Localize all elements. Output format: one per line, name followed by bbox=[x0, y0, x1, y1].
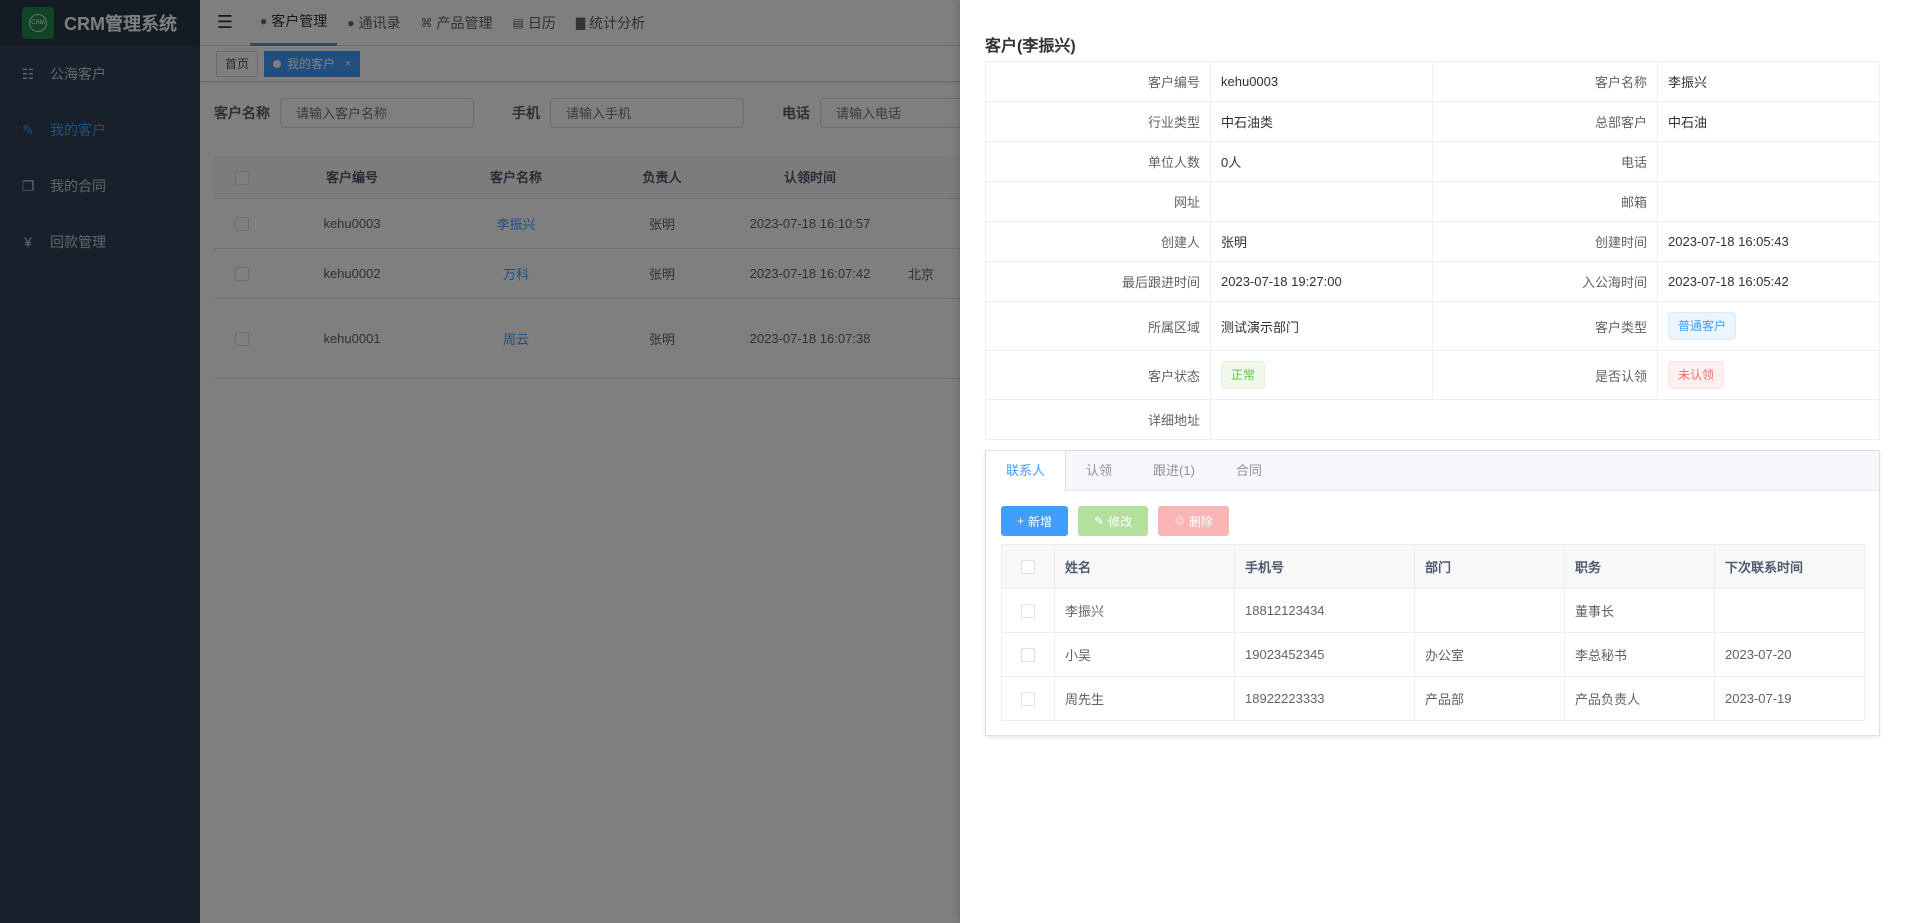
button-label: 新增 bbox=[1028, 514, 1053, 529]
table-row[interactable]: 周先生 18922223333 产品部 产品负责人 2023-07-19 bbox=[1001, 676, 1865, 721]
label-status: 客户状态 bbox=[985, 350, 1211, 400]
label-last-follow: 最后跟进时间 bbox=[985, 261, 1211, 302]
desc-row: 网址 邮箱 bbox=[985, 181, 1880, 222]
desc-row: 详细地址 bbox=[985, 399, 1880, 440]
desc-row: 创建人 张明 创建时间 2023-07-18 16:05:43 bbox=[985, 221, 1880, 262]
label-type: 客户类型 bbox=[1432, 301, 1658, 351]
cell-contact-name: 周先生 bbox=[1054, 676, 1235, 721]
value-region: 测试演示部门 bbox=[1210, 301, 1433, 351]
cell-contact-name: 李振兴 bbox=[1054, 588, 1235, 633]
table-row[interactable]: 小吴 19023452345 办公室 李总秘书 2023-07-20 bbox=[1001, 632, 1865, 677]
cell-contact-dept bbox=[1414, 588, 1565, 633]
checkbox[interactable] bbox=[1021, 560, 1035, 575]
customer-type-badge: 普通客户 bbox=[1668, 312, 1737, 340]
drawer-title: 客户(李振兴) bbox=[985, 38, 1076, 55]
value-creator: 张明 bbox=[1210, 221, 1433, 262]
label-created: 创建时间 bbox=[1432, 221, 1658, 262]
cell-contact-title: 董事长 bbox=[1564, 588, 1715, 633]
contact-toolbar: + 新增 ✎ 修改 ♲ 删除 bbox=[1001, 506, 1239, 536]
value-type-cell: 普通客户 bbox=[1657, 301, 1880, 351]
value-code: kehu0003 bbox=[1210, 61, 1433, 102]
label-creator: 创建人 bbox=[985, 221, 1211, 262]
label-claimed: 是否认领 bbox=[1432, 350, 1658, 400]
desc-row: 客户状态 正常 是否认领 未认领 bbox=[985, 350, 1880, 400]
label-code: 客户编号 bbox=[985, 61, 1211, 102]
button-label: 删除 bbox=[1188, 514, 1213, 529]
col-contact-mobile: 手机号 bbox=[1234, 544, 1415, 589]
add-contact-button[interactable]: + 新增 bbox=[1001, 506, 1069, 536]
customer-detail-drawer: 客户(李振兴) 客户编号 kehu0003 客户名称 李振兴 行业类型 中石油类… bbox=[960, 0, 1920, 923]
status-badge: 正常 bbox=[1221, 361, 1266, 389]
col-contact-dept: 部门 bbox=[1414, 544, 1565, 589]
tab-contracts[interactable]: 合同 bbox=[1216, 451, 1283, 491]
tab-header: 联系人 认领 跟进(1) 合同 bbox=[986, 451, 1879, 492]
label-region: 所属区域 bbox=[985, 301, 1211, 351]
trash-icon: ♲ bbox=[1174, 514, 1185, 528]
desc-row: 行业类型 中石油类 总部客户 中石油 bbox=[985, 101, 1880, 142]
desc-row: 单位人数 0人 电话 bbox=[985, 141, 1880, 182]
tab-claim[interactable]: 认领 bbox=[1066, 451, 1133, 491]
label-staff: 单位人数 bbox=[985, 141, 1211, 182]
tab-contacts[interactable]: 联系人 bbox=[986, 451, 1067, 492]
cell-contact-mobile: 18812123434 bbox=[1234, 588, 1415, 633]
plus-icon: + bbox=[1017, 514, 1025, 528]
value-address bbox=[1210, 399, 1880, 440]
cell-contact-dept: 产品部 bbox=[1414, 676, 1565, 721]
value-claimed-cell: 未认领 bbox=[1657, 350, 1880, 400]
desc-row: 客户编号 kehu0003 客户名称 李振兴 bbox=[985, 61, 1880, 102]
col-contact-next: 下次联系时间 bbox=[1714, 544, 1865, 589]
cell-contact-next: 2023-07-20 bbox=[1714, 632, 1865, 677]
label-hq: 总部客户 bbox=[1432, 101, 1658, 142]
cell-contact-mobile: 19023452345 bbox=[1234, 632, 1415, 677]
value-hq: 中石油 bbox=[1657, 101, 1880, 142]
customer-descriptions: 客户编号 kehu0003 客户名称 李振兴 行业类型 中石油类 总部客户 中石… bbox=[985, 61, 1880, 440]
label-name: 客户名称 bbox=[1432, 61, 1658, 102]
table-row[interactable]: 李振兴 18812123434 董事长 bbox=[1001, 588, 1865, 633]
delete-contact-button[interactable]: ♲ 删除 bbox=[1158, 506, 1229, 536]
value-staff: 0人 bbox=[1210, 141, 1433, 182]
value-email bbox=[1657, 181, 1880, 222]
label-industry: 行业类型 bbox=[985, 101, 1211, 142]
tab-follow-up[interactable]: 跟进(1) bbox=[1133, 451, 1216, 491]
cell-contact-mobile: 18922223333 bbox=[1234, 676, 1415, 721]
cell-contact-next bbox=[1714, 588, 1865, 633]
table-header-row: 姓名 手机号 部门 职务 下次联系时间 bbox=[1001, 544, 1865, 589]
label-phone: 电话 bbox=[1432, 141, 1658, 182]
button-label: 修改 bbox=[1108, 514, 1133, 529]
value-name: 李振兴 bbox=[1657, 61, 1880, 102]
detail-tabs: 联系人 认领 跟进(1) 合同 + 新增 ✎ 修改 ♲ 删除 姓名 手机号 部门… bbox=[985, 450, 1880, 736]
value-created: 2023-07-18 16:05:43 bbox=[1657, 221, 1880, 262]
label-address: 详细地址 bbox=[985, 399, 1211, 440]
checkbox[interactable] bbox=[1021, 692, 1035, 707]
cell-contact-next: 2023-07-19 bbox=[1714, 676, 1865, 721]
claimed-badge: 未认领 bbox=[1668, 361, 1725, 389]
value-pool-time: 2023-07-18 16:05:42 bbox=[1657, 261, 1880, 302]
value-status-cell: 正常 bbox=[1210, 350, 1433, 400]
edit-icon: ✎ bbox=[1094, 514, 1105, 528]
edit-contact-button[interactable]: ✎ 修改 bbox=[1078, 506, 1149, 536]
value-last-follow: 2023-07-18 19:27:00 bbox=[1210, 261, 1433, 302]
desc-row: 最后跟进时间 2023-07-18 19:27:00 入公海时间 2023-07… bbox=[985, 261, 1880, 302]
value-industry: 中石油类 bbox=[1210, 101, 1433, 142]
cell-contact-dept: 办公室 bbox=[1414, 632, 1565, 677]
cell-contact-title: 产品负责人 bbox=[1564, 676, 1715, 721]
value-phone bbox=[1657, 141, 1880, 182]
desc-row: 所属区域 测试演示部门 客户类型 普通客户 bbox=[985, 301, 1880, 351]
label-email: 邮箱 bbox=[1432, 181, 1658, 222]
value-website bbox=[1210, 181, 1433, 222]
select-all[interactable] bbox=[1001, 544, 1055, 589]
col-contact-title: 职务 bbox=[1564, 544, 1715, 589]
cell-contact-name: 小吴 bbox=[1054, 632, 1235, 677]
label-pool-time: 入公海时间 bbox=[1432, 261, 1658, 302]
checkbox[interactable] bbox=[1021, 648, 1035, 663]
checkbox[interactable] bbox=[1021, 604, 1035, 619]
col-contact-name: 姓名 bbox=[1054, 544, 1235, 589]
cell-contact-title: 李总秘书 bbox=[1564, 632, 1715, 677]
label-website: 网址 bbox=[985, 181, 1211, 222]
contacts-table: 姓名 手机号 部门 职务 下次联系时间 李振兴 18812123434 董事长 … bbox=[1001, 544, 1865, 721]
